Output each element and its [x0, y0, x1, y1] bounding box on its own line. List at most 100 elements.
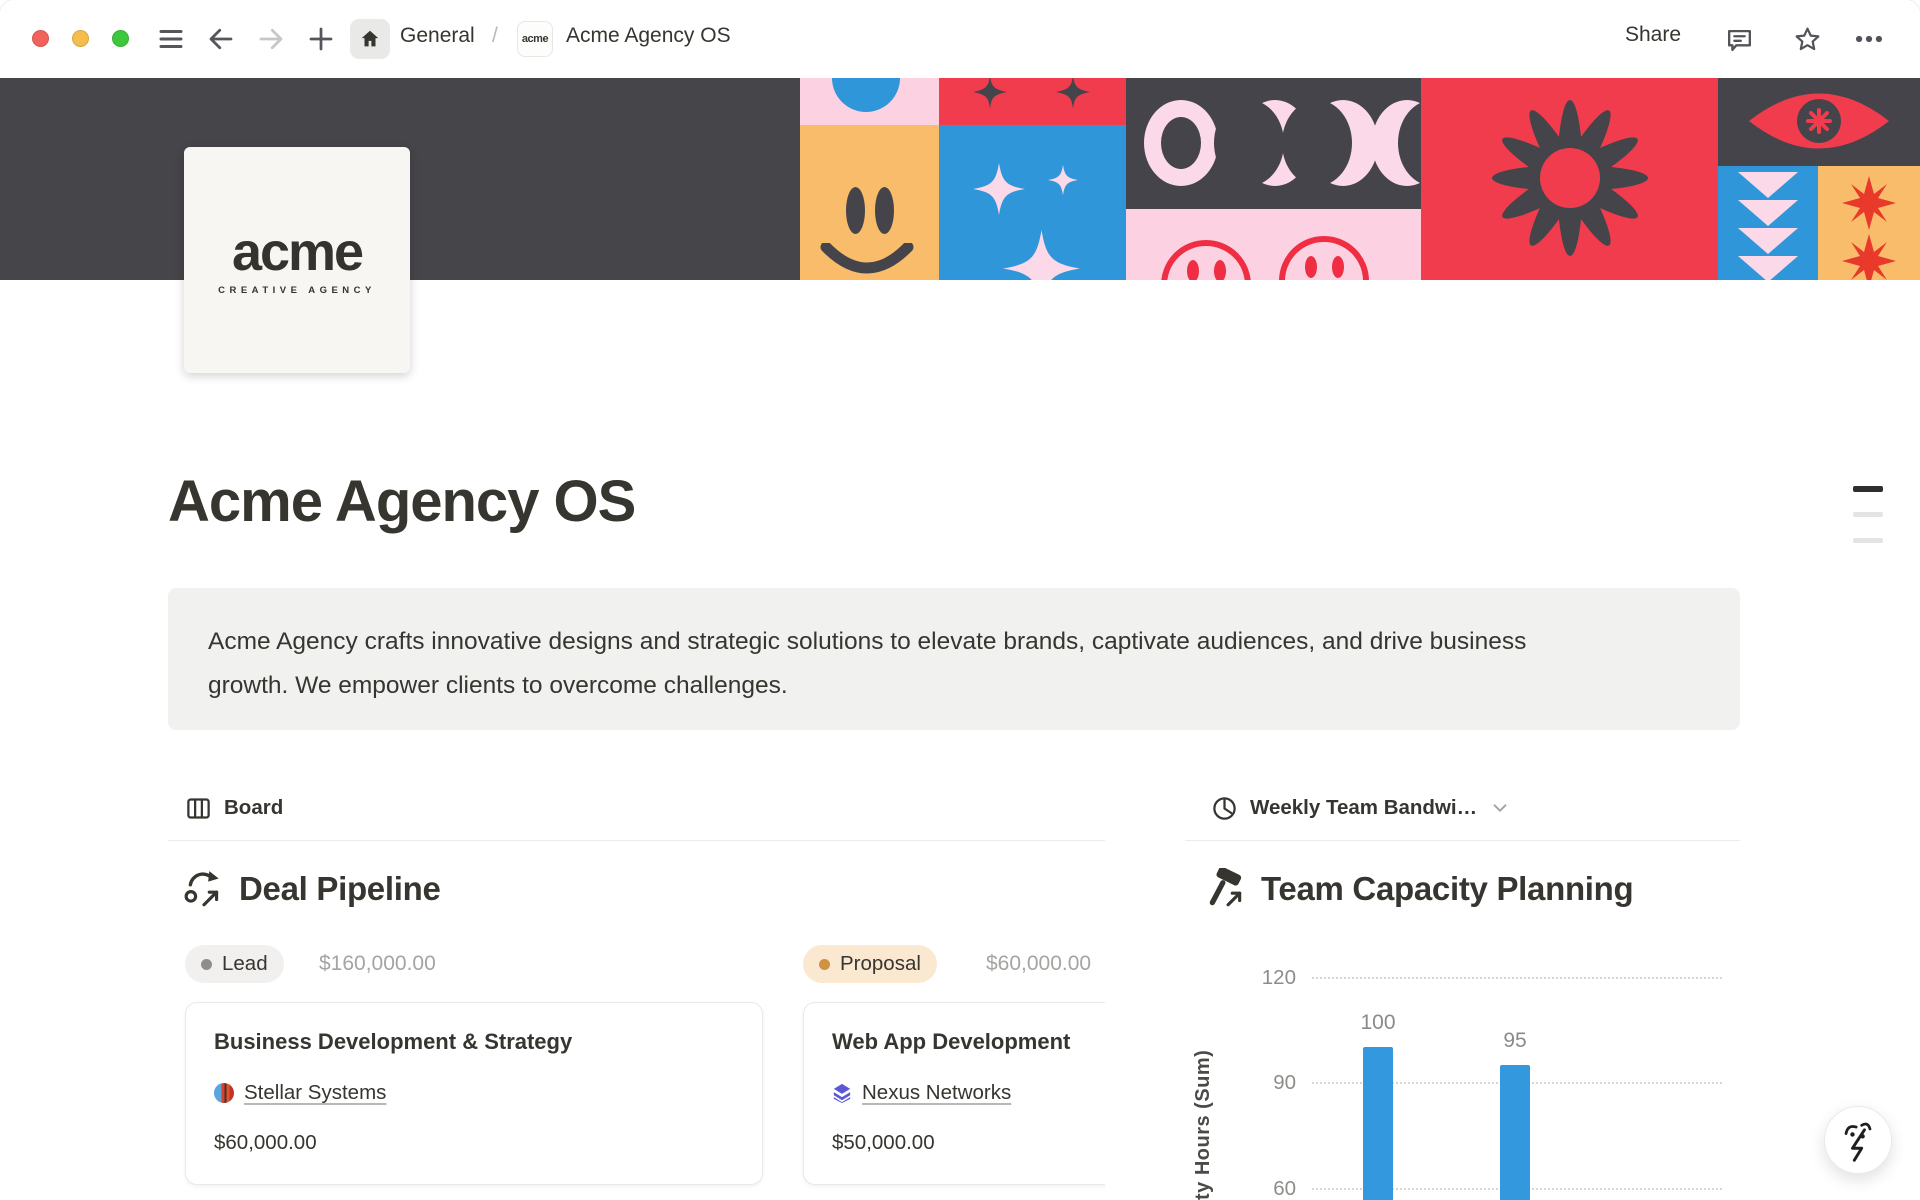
card-client-row: Stellar Systems [214, 1081, 734, 1105]
workspace-logo-card: acme CREATIVE AGENCY [184, 147, 410, 373]
stellar-systems-favicon-icon [214, 1083, 234, 1103]
starburst-shape [1842, 234, 1896, 280]
arrow-right-icon [256, 24, 286, 54]
capacity-bar[interactable] [1363, 1047, 1393, 1200]
breadcrumb-page-title[interactable]: Acme Agency OS [566, 24, 731, 48]
outline-indicator-line[interactable] [1853, 512, 1883, 517]
capacity-bar[interactable] [1500, 1065, 1530, 1200]
cover-tile-pink-circle [800, 78, 939, 125]
sidebar-menu-button[interactable] [154, 22, 188, 56]
bar-value-label: 95 [1482, 1029, 1548, 1053]
cover-tile-red-sparkles [939, 78, 1126, 125]
deal-pipeline-heading: Deal Pipeline [183, 864, 441, 914]
card-amount: $50,000.00 [832, 1131, 1105, 1155]
ellipsis-icon [1852, 22, 1886, 56]
cover-tile-blue-sparkles [939, 125, 1126, 280]
blue-circle-shape [832, 78, 900, 112]
section-divider [1185, 840, 1740, 841]
card-amount: $60,000.00 [214, 1131, 734, 1155]
board-view-tab[interactable]: Board [185, 790, 283, 826]
status-label: Lead [222, 952, 268, 976]
deal-card[interactable]: Business Development & Strategy Stellar … [185, 1002, 763, 1185]
cover-tile-triangles [1718, 166, 1818, 280]
card-client-row: Nexus Networks [832, 1081, 1105, 1105]
outline-indicator-line[interactable] [1853, 538, 1883, 543]
home-button[interactable] [350, 19, 390, 59]
toolbar: General / acme Acme Agency OS Share [0, 0, 1920, 78]
cover-tile-flower [1421, 78, 1718, 280]
chart-view-label: Weekly Team Bandwi… [1250, 796, 1477, 820]
hammer-icon [1205, 868, 1247, 910]
board-icon [185, 795, 212, 822]
eye-shape [1744, 88, 1894, 154]
page-title: Acme Agency OS [168, 468, 635, 535]
card-title: Web App Development [832, 1029, 1105, 1055]
cover-tile-starbursts [1818, 166, 1920, 280]
kanban-board: Lead $160,000.00 Business Development & … [168, 930, 1105, 1200]
flower-shape [1485, 93, 1655, 263]
nexus-networks-favicon-icon [832, 1083, 852, 1103]
app-window: General / acme Acme Agency OS Share [0, 0, 1920, 1200]
y-tick-label: 60 [1230, 1177, 1296, 1200]
ai-face-icon [1839, 1117, 1877, 1163]
comments-button[interactable] [1722, 22, 1756, 56]
breadcrumb-page-icon: acme [517, 21, 553, 57]
traffic-light-minimize-button[interactable] [72, 30, 89, 47]
deal-pipeline-title: Deal Pipeline [239, 870, 441, 908]
hamburger-icon [156, 24, 186, 54]
chart-view-dropdown[interactable]: Weekly Team Bandwi… [1211, 790, 1511, 826]
callout-text: Acme Agency crafts innovative designs an… [168, 588, 1740, 708]
oddc-o-shape [1144, 100, 1218, 186]
starburst-shape [1842, 176, 1896, 230]
forward-button[interactable] [254, 22, 288, 56]
cover-tile-pink-smileys [1126, 209, 1421, 280]
team-capacity-title: Team Capacity Planning [1261, 870, 1633, 908]
more-options-button[interactable] [1852, 22, 1886, 56]
client-link[interactable]: Stellar Systems [244, 1081, 386, 1105]
cover-tile-oddc [1126, 78, 1421, 209]
client-link[interactable]: Nexus Networks [862, 1081, 1011, 1105]
notion-ai-button[interactable] [1824, 1106, 1892, 1174]
new-page-button[interactable] [304, 22, 338, 56]
chevron-down-icon [1489, 797, 1511, 819]
back-button[interactable] [204, 22, 238, 56]
traffic-light-close-button[interactable] [32, 30, 49, 47]
smiley-outlines-shape [1146, 219, 1406, 280]
triangle-stack-shape [1738, 172, 1798, 280]
board-view-label: Board [224, 796, 283, 820]
callout-block: Acme Agency crafts innovative designs an… [168, 588, 1740, 730]
traffic-light-zoom-button[interactable] [112, 30, 129, 47]
bar-value-label: 100 [1345, 1011, 1411, 1035]
favorite-button[interactable] [1790, 22, 1824, 56]
status-dot [819, 959, 830, 970]
oddc-crescent-shape [1308, 100, 1378, 186]
plus-icon [306, 24, 336, 54]
team-capacity-heading: Team Capacity Planning [1205, 864, 1633, 914]
y-tick-label: 90 [1230, 1071, 1296, 1095]
y-axis-title: ty Hours (Sum) [1192, 1000, 1215, 1200]
cover-tile-eye [1718, 78, 1920, 166]
deal-card[interactable]: Web App Development Nexus Networks $50,0… [803, 1002, 1105, 1185]
y-tick-label: 120 [1230, 966, 1296, 990]
breadcrumb-separator: / [492, 24, 498, 48]
outline-indicator-line[interactable] [1853, 486, 1883, 492]
status-dot [201, 959, 212, 970]
smile-shape [820, 243, 914, 280]
logo-subtitle: CREATIVE AGENCY [218, 285, 376, 296]
status-pill-lead[interactable]: Lead [185, 945, 284, 983]
column-total: $60,000.00 [986, 952, 1091, 976]
comment-icon [1724, 24, 1755, 55]
breadcrumb-workspace[interactable]: General [400, 24, 475, 48]
star-icon [1792, 24, 1823, 55]
section-divider [168, 840, 1105, 841]
logo-text: acme [232, 225, 362, 279]
arrow-left-icon [206, 24, 236, 54]
card-title: Business Development & Strategy [214, 1029, 734, 1055]
home-icon [359, 28, 381, 50]
share-button[interactable]: Share [1625, 23, 1681, 47]
gridline [1312, 977, 1722, 979]
status-pill-proposal[interactable]: Proposal [803, 945, 937, 983]
cover-tile-smiley [800, 125, 939, 280]
status-label: Proposal [840, 952, 921, 976]
clock-icon [1211, 795, 1238, 822]
